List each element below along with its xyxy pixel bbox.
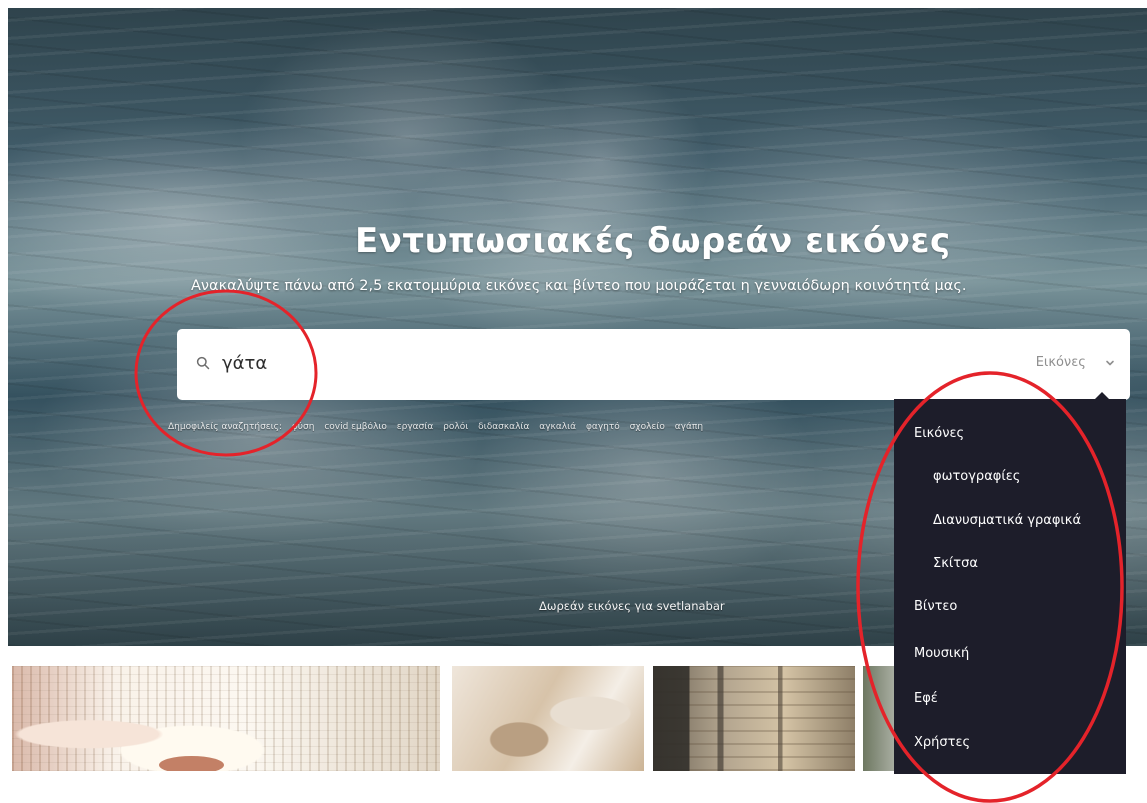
dropdown-item-photos[interactable]: φωτογραφίες [933, 469, 1020, 484]
hero-title: Εντυπωσιακές δωρεάν εικόνες [355, 220, 951, 261]
image-thumbnail-building[interactable] [653, 666, 855, 771]
search-input[interactable] [222, 349, 842, 377]
dropdown-item-videos[interactable]: Βίντεο [914, 599, 957, 614]
free-images-link[interactable]: Δωρεάν εικόνες για svetlanabar [539, 599, 725, 613]
popular-searches-label: Δημοφιλείς αναζητήσεις: [168, 422, 282, 432]
popular-searches: Δημοφιλείς αναζητήσεις: φύση covid εμβόλ… [168, 422, 908, 432]
popular-search-link[interactable]: αγάπη [675, 422, 703, 432]
image-thumbnail-texture[interactable] [452, 666, 644, 771]
dropdown-item-effects[interactable]: Εφέ [914, 691, 938, 706]
dropdown-item-music[interactable]: Μουσική [914, 646, 969, 661]
popular-search-link[interactable]: αγκαλιά [539, 422, 576, 432]
media-type-label: Εικόνες [1035, 355, 1086, 370]
dropdown-item-users[interactable]: Χρήστες [914, 735, 970, 750]
search-icon [196, 356, 210, 370]
popular-search-link[interactable]: διδασκαλία [478, 422, 529, 432]
popular-search-link[interactable]: ρολόι [443, 422, 468, 432]
hero-subtitle: Ανακαλύψτε πάνω από 2,5 εκατομμύρια εικό… [191, 278, 967, 294]
popular-search-link[interactable]: σχολείο [630, 422, 665, 432]
search-bar[interactable]: Εικόνες [177, 329, 1130, 400]
image-thumbnail-cloth[interactable] [12, 666, 440, 771]
chevron-down-icon [1106, 360, 1114, 365]
popular-search-link[interactable]: φύση [292, 422, 315, 432]
media-type-dropdown: Εικόνες φωτογραφίες Διανυσματικά γραφικά… [894, 392, 1126, 774]
popular-search-link[interactable]: φαγητό [586, 422, 620, 432]
dropdown-item-illustrations[interactable]: Σκίτσα [933, 556, 978, 571]
dropdown-item-images[interactable]: Εικόνες [914, 426, 964, 441]
popular-search-link[interactable]: εργασία [397, 422, 434, 432]
dropdown-item-vectors[interactable]: Διανυσματικά γραφικά [933, 513, 1081, 528]
popular-search-link[interactable]: covid εμβόλιο [324, 422, 387, 432]
media-type-select[interactable]: Εικόνες [1036, 355, 1115, 375]
page: Εντυπωσιακές δωρεάν εικόνες Ανακαλύψτε π… [0, 0, 1147, 803]
